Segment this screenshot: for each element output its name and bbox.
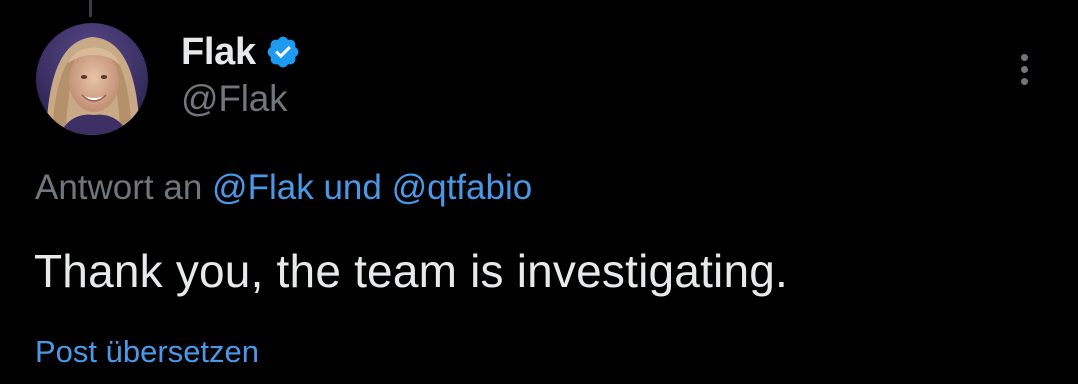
- more-vertical-icon[interactable]: [1004, 47, 1044, 91]
- author-handle[interactable]: @Flak: [181, 78, 288, 120]
- tweet-text: Thank you, the team is investigating.: [34, 245, 789, 297]
- reply-prefix: Antwort an: [35, 168, 203, 207]
- thread-connector-line: [89, 0, 92, 17]
- author-name-row[interactable]: Flak: [181, 30, 301, 74]
- more-dot: [1020, 65, 1028, 73]
- mention-link[interactable]: @qtfabio: [392, 168, 533, 207]
- reply-context: Antwort an @Flak und @qtfabio: [35, 168, 532, 208]
- more-dot: [1020, 77, 1028, 85]
- more-dot: [1020, 53, 1028, 61]
- translate-post-link[interactable]: Post übersetzen: [35, 334, 259, 370]
- avatar[interactable]: [36, 23, 148, 135]
- verified-badge-icon[interactable]: [265, 34, 301, 70]
- avatar-photo: [36, 23, 148, 135]
- reply-joiner: und: [323, 168, 382, 207]
- mention-link[interactable]: @Flak: [212, 168, 314, 207]
- author-display-name[interactable]: Flak: [181, 31, 256, 74]
